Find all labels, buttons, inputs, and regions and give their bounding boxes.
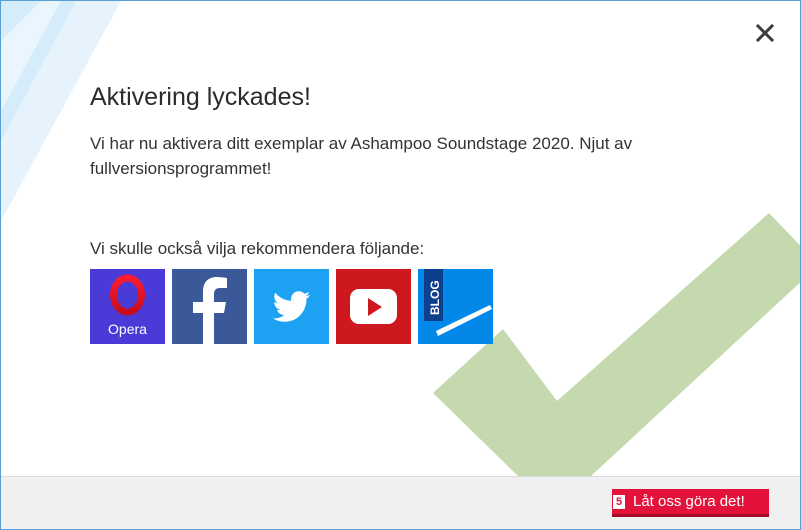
facebook-icon <box>193 277 227 344</box>
tile-opera[interactable]: Opera <box>90 269 165 344</box>
background-decoration <box>1 1 800 476</box>
checkmark-icon <box>433 213 800 476</box>
dialog-title: Aktivering lyckades! <box>90 83 311 111</box>
tile-facebook[interactable] <box>172 269 247 344</box>
confirm-button[interactable]: 5 Låt oss göra det! <box>612 489 769 517</box>
tile-twitter[interactable] <box>254 269 329 344</box>
twitter-icon <box>272 291 311 322</box>
recommendation-tiles: Opera BLOG <box>90 269 500 344</box>
close-button[interactable] <box>751 19 779 47</box>
opera-label: Opera <box>108 321 147 337</box>
tile-youtube[interactable] <box>336 269 411 344</box>
activation-dialog: Aktivering lyckades! Vi har nu aktivera … <box>0 0 801 530</box>
close-icon <box>756 24 774 42</box>
youtube-icon <box>350 289 397 324</box>
countdown-badge: 5 <box>613 494 625 509</box>
activation-message: Vi har nu aktivera ditt exemplar av Asha… <box>90 134 633 178</box>
tile-blog[interactable]: BLOG <box>418 269 493 344</box>
confirm-button-label: Låt oss göra det! <box>633 493 745 510</box>
recommend-text: Vi skulle också vilja rekommendera följa… <box>90 239 425 258</box>
blog-label: BLOG <box>428 280 442 315</box>
blog-icon: BLOG <box>424 269 492 336</box>
